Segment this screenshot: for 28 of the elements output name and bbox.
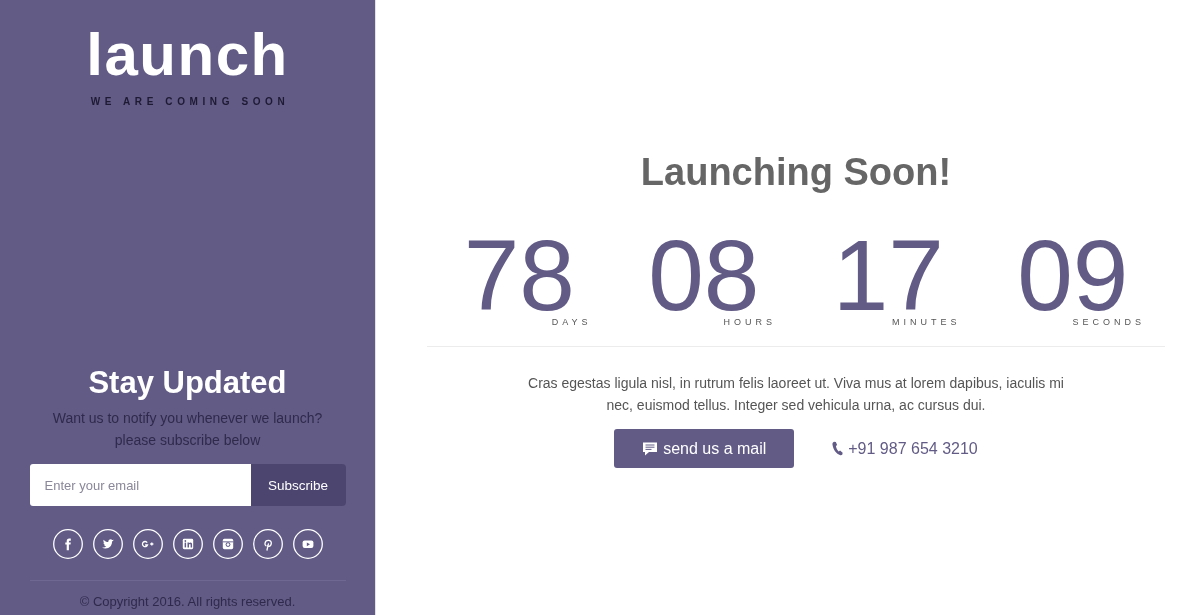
phone-link[interactable]: +91 987 654 3210 [832,439,978,458]
phone-icon [832,441,844,456]
subscribe-prompt: Want us to notify you whenever we launch? please subscribe below [51,409,324,450]
countdown-unit-label: HOURS [723,317,776,327]
stay-updated-heading: Stay Updated [88,365,287,401]
countdown-number: 09 [1016,233,1129,317]
countdown-unit-label: DAYS [551,317,592,327]
countdown-number: 08 [647,233,760,317]
tagline: WE ARE COMING SOON [89,96,290,107]
send-mail-button[interactable]: send us a mail [614,429,795,468]
chat-icon [642,440,659,457]
twitter-icon[interactable] [92,529,123,559]
countdown-number: 17 [831,233,944,317]
countdown-unit-label: SECONDS [1072,317,1145,327]
google-plus-icon[interactable] [132,529,163,559]
logo-text: launch [86,25,289,85]
email-field[interactable]: Enter your email [29,464,251,506]
youtube-icon[interactable] [292,529,323,559]
instagram-icon[interactable] [212,529,243,559]
subscribe-button[interactable]: Subscribe [250,464,346,506]
facebook-icon[interactable] [52,529,83,559]
pinterest-icon[interactable] [252,529,283,559]
countdown-unit-label: MINUTES [892,317,961,327]
copyright-text: © Copyright 2016. All rights reserved. [79,593,296,611]
linkedin-icon[interactable] [172,529,203,559]
countdown-number: 78 [462,233,575,317]
description-text: Cras egestas ligula nisl, in rutrum felis laoreet ut. Viva mus at lorem dapibus, iaculis mi nec, euismod tellus. Integer sed vehicula urna, ac cursus dui. [527,374,1065,415]
launching-title: Launching Soon! [640,150,952,195]
